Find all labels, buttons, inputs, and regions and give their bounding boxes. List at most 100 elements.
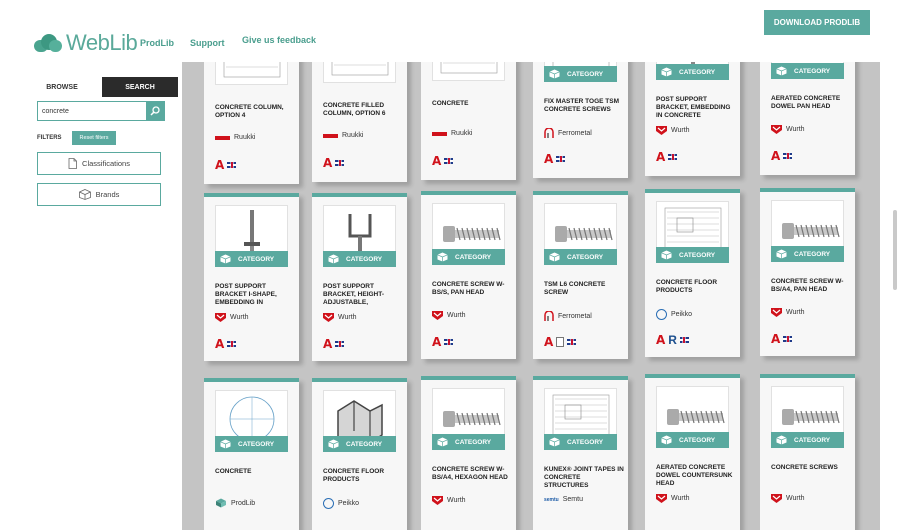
- product-title[interactable]: CONCRETE COLUMN, OPTION 4: [215, 104, 295, 120]
- download-prodlib-button[interactable]: DOWNLOAD PRODLIB: [764, 10, 870, 35]
- uk-flag-icon[interactable]: [679, 337, 689, 343]
- revit-icon[interactable]: R: [668, 334, 677, 346]
- product-title[interactable]: CONCRETE FLOOR PRODUCTS: [656, 279, 736, 295]
- product-card[interactable]: CATEGORY CONCRETE SCREW W-BS/A4, HEXAGON …: [421, 376, 516, 530]
- product-brand[interactable]: ProdLib: [215, 498, 255, 508]
- uk-flag-icon[interactable]: [783, 336, 793, 342]
- classifications-filter-button[interactable]: Classifications: [37, 152, 161, 175]
- product-title[interactable]: AERATED CONCRETE DOWEL PAN HEAD: [771, 95, 851, 111]
- product-card[interactable]: CATEGORY CONCRETE SCREW W-BS/S, PAN HEAD W…: [421, 191, 516, 359]
- product-card[interactable]: CATEGORY CONCRETE FLOOR PRODUCTS Peikko A R: [645, 189, 740, 357]
- uk-flag-icon[interactable]: [335, 160, 345, 166]
- product-brand[interactable]: Wurth: [432, 311, 466, 320]
- product-card[interactable]: CATEGORY AERATED CONCRETE DOWEL COUNTERSU…: [645, 374, 740, 530]
- nav-prodlib[interactable]: ProdLib: [140, 38, 174, 48]
- product-card[interactable]: CATEGORY CONCRETE ProdLib: [204, 378, 299, 530]
- product-card[interactable]: CATEGORY TSM L6 CONCRETE SCREW Ferrometal A: [533, 191, 628, 359]
- product-brand[interactable]: Wurth: [771, 494, 805, 503]
- product-title[interactable]: KUNEX® JOINT TAPES IN CONCRETE STRUCTURE…: [544, 466, 624, 490]
- product-title[interactable]: CONCRETE SCREW W-BS/A4, PAN HEAD: [771, 278, 851, 294]
- document-icon[interactable]: [556, 337, 565, 347]
- category-bar[interactable]: CATEGORY: [215, 436, 288, 452]
- category-bar[interactable]: CATEGORY: [432, 249, 505, 265]
- scrollbar-thumb[interactable]: [893, 210, 897, 290]
- product-brand[interactable]: Peikko: [323, 498, 359, 509]
- autocad-icon[interactable]: A: [656, 334, 665, 346]
- uk-flag-icon[interactable]: [227, 162, 237, 168]
- category-bar[interactable]: CATEGORY: [544, 434, 617, 450]
- tab-search[interactable]: SEARCH: [102, 77, 178, 97]
- product-card[interactable]: CATEGORY POST SUPPORT BRACKET I-SHAPE, EM…: [204, 193, 299, 361]
- category-bar[interactable]: CATEGORY: [544, 249, 617, 265]
- autocad-icon[interactable]: A: [432, 155, 441, 167]
- tab-browse[interactable]: BROWSE: [22, 77, 102, 97]
- category-bar[interactable]: CATEGORY: [771, 63, 844, 79]
- product-card[interactable]: CATEGORY CONCRETE SCREWS Wurth: [760, 374, 855, 530]
- autocad-icon[interactable]: A: [544, 336, 553, 348]
- results-grid[interactable]: CONCRETE COLUMN, OPTION 4 Ruukki A CONCRETE…: [182, 5, 880, 530]
- category-bar[interactable]: CATEGORY: [656, 247, 729, 263]
- product-card[interactable]: CATEGORY POST SUPPORT BRACKET, HEIGHT-ADJ…: [312, 193, 407, 361]
- autocad-icon[interactable]: A: [771, 333, 780, 345]
- product-brand[interactable]: Wurth: [432, 496, 466, 505]
- product-title[interactable]: CONCRETE FILLED COLUMN, OPTION 6: [323, 102, 403, 118]
- product-brand[interactable]: semtu Semtu: [544, 496, 583, 503]
- product-brand[interactable]: Wurth: [656, 494, 690, 503]
- category-bar[interactable]: CATEGORY: [656, 64, 729, 80]
- category-bar[interactable]: CATEGORY: [323, 436, 396, 452]
- product-brand[interactable]: Wurth: [215, 313, 249, 322]
- product-title[interactable]: CONCRETE SCREWS: [771, 464, 851, 472]
- product-title[interactable]: AERATED CONCRETE DOWEL COUNTERSUNK HEAD: [656, 464, 736, 488]
- brands-filter-button[interactable]: Brands: [37, 183, 161, 206]
- product-brand[interactable]: Peikko: [656, 309, 692, 320]
- product-card[interactable]: CATEGORY KUNEX® JOINT TAPES IN CONCRETE S…: [533, 376, 628, 530]
- product-brand[interactable]: Ruukki: [215, 134, 255, 141]
- product-brand[interactable]: Wurth: [771, 308, 805, 317]
- product-title[interactable]: CONCRETE SCREW W-BS/A4, HEXAGON HEAD: [432, 466, 512, 482]
- uk-flag-icon[interactable]: [227, 341, 237, 347]
- autocad-icon[interactable]: A: [215, 338, 224, 350]
- category-bar[interactable]: CATEGORY: [432, 434, 505, 450]
- reset-filters-button[interactable]: Reset filters: [72, 131, 116, 145]
- product-brand[interactable]: Wurth: [656, 126, 690, 135]
- product-title[interactable]: POST SUPPORT BRACKET, EMBEDDING IN CONCR…: [656, 96, 736, 120]
- uk-flag-icon[interactable]: [556, 156, 566, 162]
- product-title[interactable]: POST SUPPORT BRACKET, HEIGHT-ADJUSTABLE,: [323, 283, 403, 307]
- product-brand[interactable]: Ruukki: [432, 130, 472, 137]
- product-card[interactable]: CATEGORY CONCRETE FLOOR PRODUCTS Peikko: [312, 378, 407, 530]
- product-title[interactable]: FIX MASTER TOGE TSM CONCRETE SCREWS: [544, 98, 624, 114]
- autocad-icon[interactable]: A: [656, 151, 665, 163]
- uk-flag-icon[interactable]: [783, 153, 793, 159]
- autocad-icon[interactable]: A: [323, 338, 332, 350]
- autocad-icon[interactable]: A: [432, 336, 441, 348]
- search-button[interactable]: [146, 102, 164, 120]
- product-brand[interactable]: Wurth: [771, 125, 805, 134]
- category-bar[interactable]: CATEGORY: [215, 251, 288, 267]
- category-bar[interactable]: CATEGORY: [323, 251, 396, 267]
- product-brand[interactable]: Ferrometal: [544, 311, 592, 321]
- category-bar[interactable]: CATEGORY: [544, 66, 617, 82]
- product-title[interactable]: CONCRETE SCREW W-BS/S, PAN HEAD: [432, 281, 512, 297]
- weblib-logo[interactable]: WebLib: [34, 30, 138, 56]
- product-title[interactable]: CONCRETE FLOOR PRODUCTS: [323, 468, 403, 484]
- product-title[interactable]: CONCRETE: [432, 100, 512, 108]
- uk-flag-icon[interactable]: [335, 341, 345, 347]
- search-input[interactable]: [38, 102, 146, 120]
- autocad-icon[interactable]: A: [771, 150, 780, 162]
- uk-flag-icon[interactable]: [567, 339, 577, 345]
- nav-support[interactable]: Support: [190, 38, 225, 48]
- uk-flag-icon[interactable]: [444, 339, 454, 345]
- product-card[interactable]: CATEGORY CONCRETE SCREW W-BS/A4, PAN HEAD…: [760, 188, 855, 356]
- uk-flag-icon[interactable]: [668, 154, 678, 160]
- autocad-icon[interactable]: A: [323, 157, 332, 169]
- product-title[interactable]: TSM L6 CONCRETE SCREW: [544, 281, 624, 297]
- product-brand[interactable]: Ruukki: [323, 132, 363, 139]
- product-title[interactable]: CONCRETE: [215, 468, 295, 476]
- product-brand[interactable]: Wurth: [323, 313, 357, 322]
- product-brand[interactable]: Ferrometal: [544, 128, 592, 138]
- category-bar[interactable]: CATEGORY: [656, 432, 729, 448]
- product-title[interactable]: POST SUPPORT BRACKET I-SHAPE, EMBEDDING …: [215, 283, 295, 307]
- autocad-icon[interactable]: A: [544, 153, 553, 165]
- uk-flag-icon[interactable]: [444, 158, 454, 164]
- category-bar[interactable]: CATEGORY: [771, 246, 844, 262]
